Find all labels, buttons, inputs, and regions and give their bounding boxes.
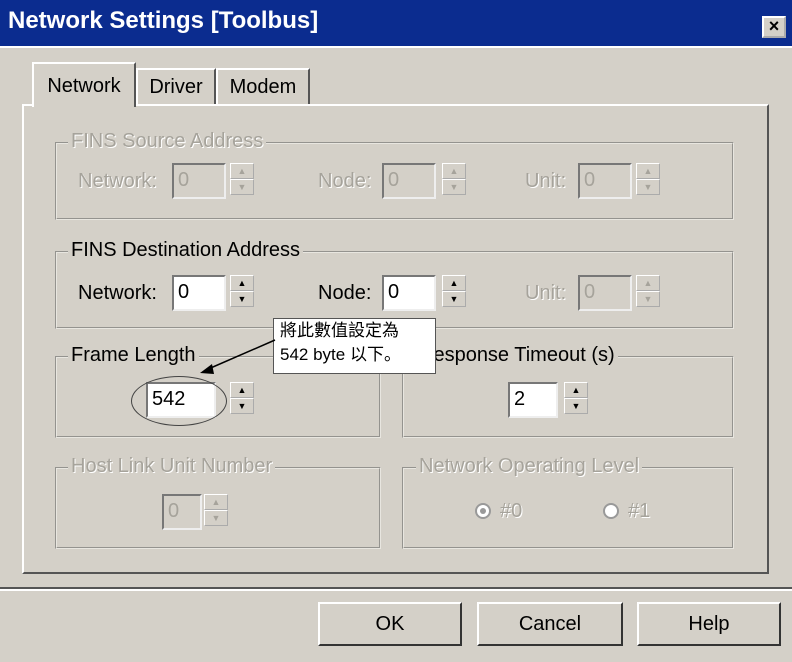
- annotation-arrow: [200, 339, 276, 374]
